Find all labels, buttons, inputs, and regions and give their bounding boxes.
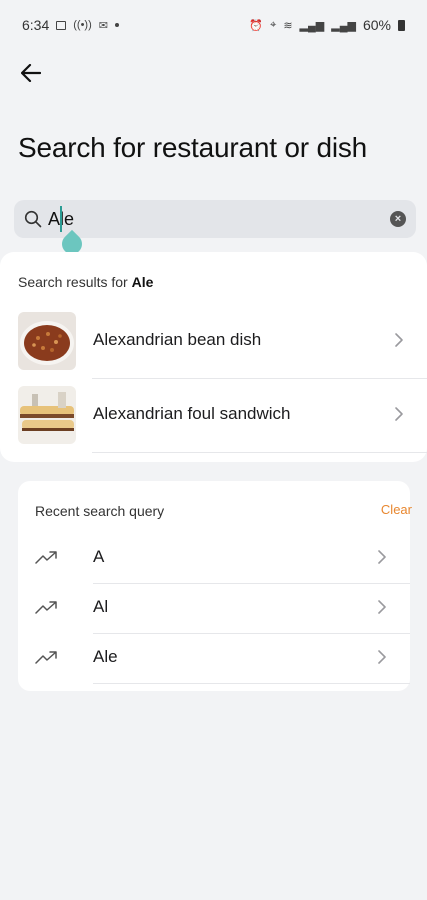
battery-icon [398,19,405,31]
divider [92,378,427,379]
chevron-right-icon [395,333,403,347]
chevron-right-icon [378,650,386,664]
trending-up-icon [35,551,57,564]
status-bar: 6:34 ((•)) ✉ ⏰ ⌖ ≋ ▂▄▆ ▂▄▆ 60% [0,0,427,50]
wifi-icon: ≋ [283,19,293,32]
status-right: ⏰ ⌖ ≋ ▂▄▆ ▂▄▆ 60% [249,17,405,33]
notification-dot-icon [114,23,119,27]
divider [93,633,410,634]
divider [92,452,427,453]
alarm-icon: ⏰ [249,19,264,32]
result-item-bean-dish[interactable]: Alexandrian bean dish [0,312,427,386]
bean-dish-photo [18,312,76,370]
chevron-right-icon [395,407,403,421]
trending-up-icon [35,651,57,664]
search-results-card: Search results for Ale Alexandrian bean … [0,252,427,462]
location-icon: ⌖ [270,18,277,31]
arrow-left-icon [21,64,41,82]
result-label: Alexandrian foul sandwich [93,404,291,423]
divider [93,583,410,584]
chevron-right-icon [378,550,386,564]
recent-label: Al [93,597,109,616]
search-icon [24,209,44,229]
signal-icon: ▂▄▆ [299,19,325,32]
status-time: 6:34 [22,17,50,33]
results-query: Ale [131,274,154,290]
recent-item[interactable]: A [18,535,410,585]
page-title: Search for restaurant or dish [18,132,368,163]
divider [93,683,410,684]
status-left: 6:34 ((•)) ✉ [22,17,119,33]
chevron-right-icon [378,600,386,614]
result-item-foul-sandwich[interactable]: Alexandrian foul sandwich [0,386,427,460]
text-caret [60,206,62,232]
results-prefix: Search results for [18,274,132,290]
recent-label: Ale [93,647,118,666]
back-button[interactable] [14,56,48,90]
gallery-icon [56,20,67,30]
clear-recent-button[interactable]: Clear [381,502,412,517]
recent-heading: Recent search query [35,503,165,519]
broadcast-icon: ((•)) [73,19,92,31]
search-input[interactable] [44,200,390,238]
recent-item[interactable]: Al [18,585,410,635]
screen: 6:34 ((•)) ✉ ⏰ ⌖ ≋ ▂▄▆ ▂▄▆ 60% Search fo… [0,0,427,900]
recent-label: A [93,547,105,566]
results-heading: Search results for Ale [18,274,153,290]
trending-up-icon [35,601,57,614]
signal-2-icon: ▂▄▆ [331,19,356,32]
battery-level: 60% [362,17,391,33]
recent-searches-card: Recent search query Clear A Al Ale [18,481,412,691]
recent-item[interactable]: Ale [18,635,410,685]
clear-icon[interactable]: × [390,211,406,227]
foul-sandwich-photo [18,386,76,444]
mail-icon: ✉ [98,19,108,32]
result-label: Alexandrian bean dish [93,330,262,349]
